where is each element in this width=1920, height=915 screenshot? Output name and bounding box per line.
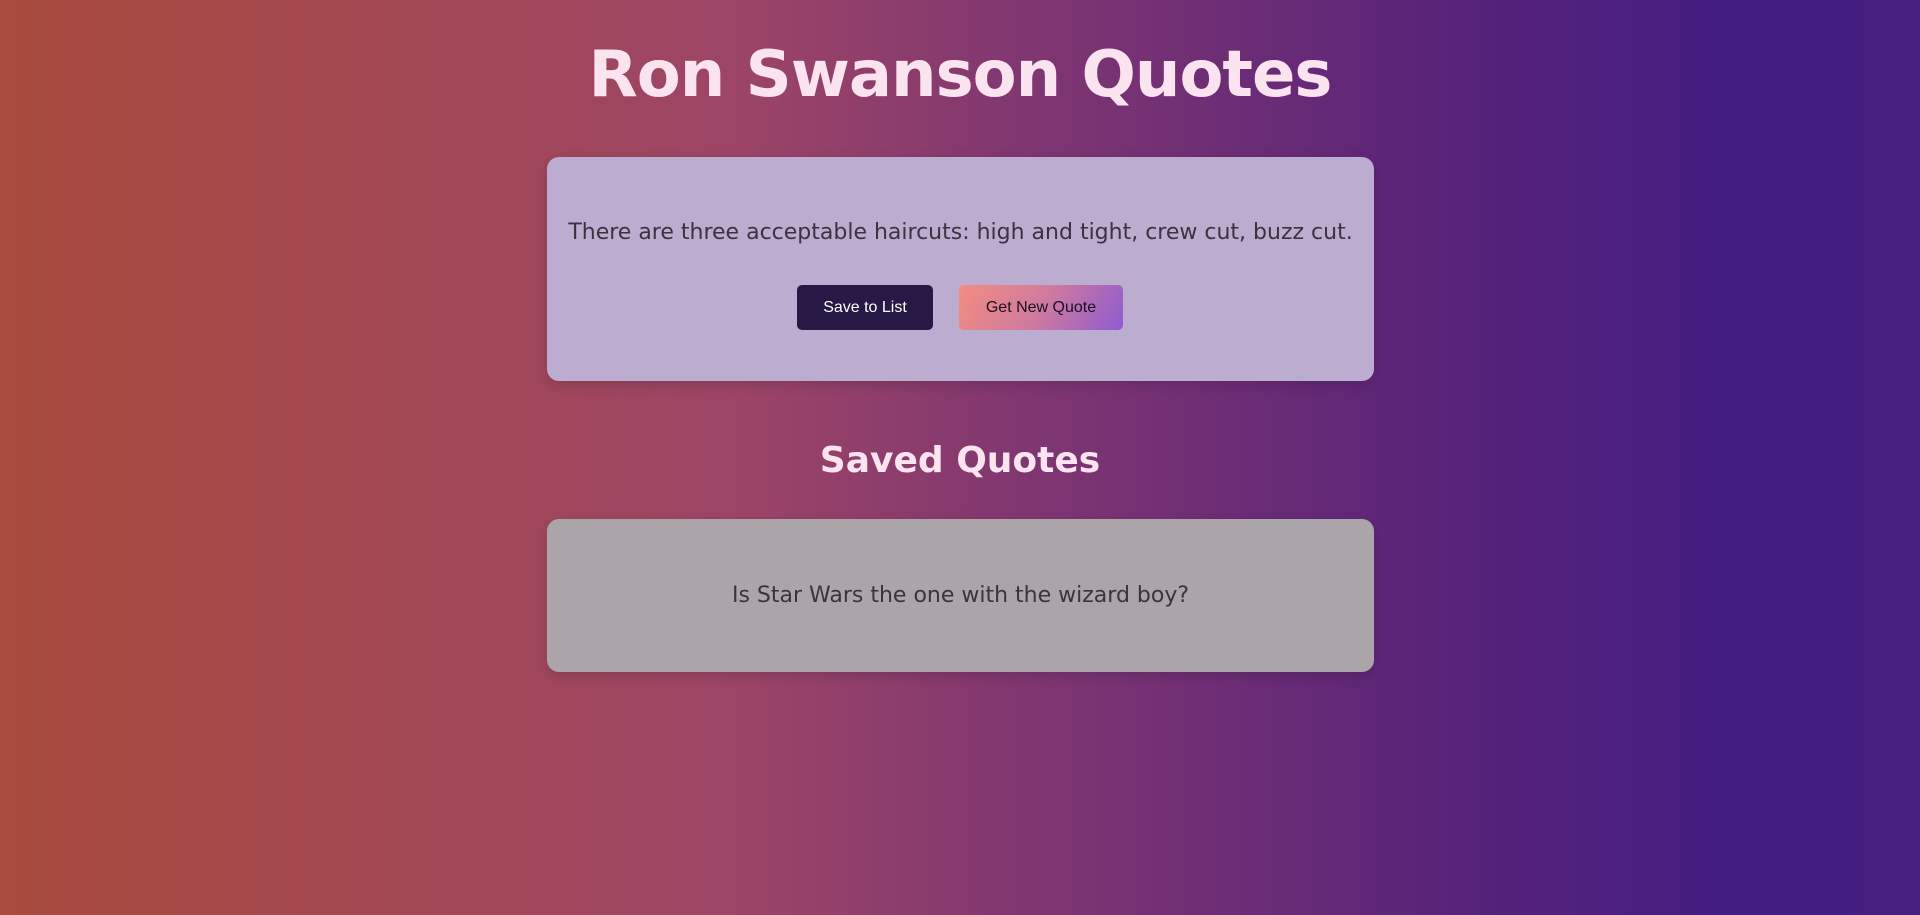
quote-text: There are three acceptable haircuts: hig… (568, 220, 1353, 245)
saved-quotes-heading: Saved Quotes (819, 440, 1101, 481)
quote-card: There are three acceptable haircuts: hig… (547, 157, 1374, 381)
saved-quote-text: Is Star Wars the one with the wizard boy… (731, 583, 1190, 608)
get-new-quote-button[interactable]: Get New Quote (959, 285, 1123, 330)
saved-quote-item: Is Star Wars the one with the wizard boy… (547, 519, 1374, 672)
save-to-list-button[interactable]: Save to List (797, 285, 933, 330)
page-title: Ron Swanson Quotes (588, 38, 1333, 112)
